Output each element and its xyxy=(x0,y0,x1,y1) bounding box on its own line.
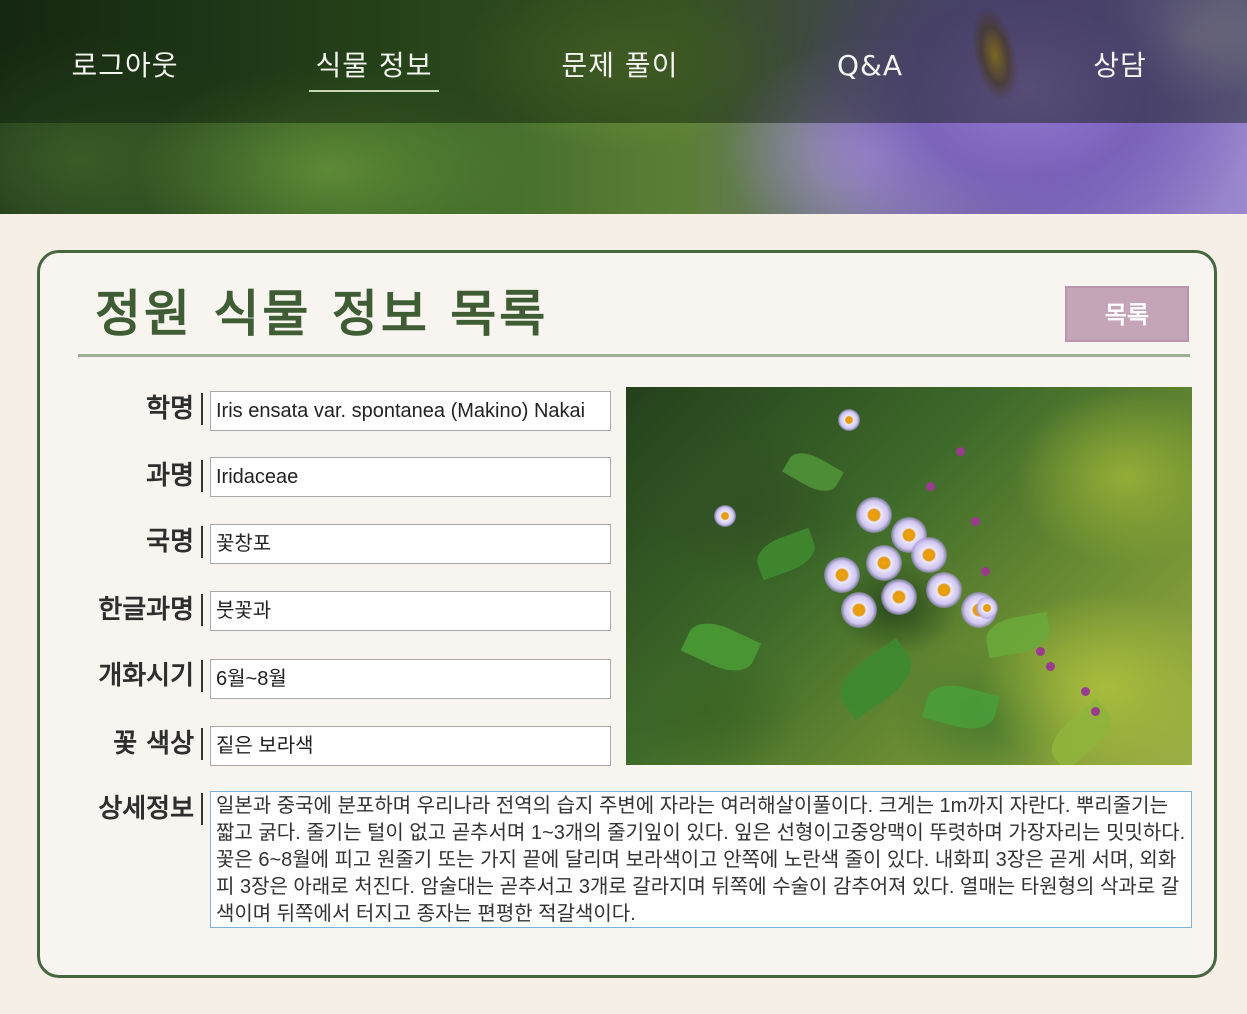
nav-logout[interactable]: 로그아웃 xyxy=(55,44,195,90)
flower-shape xyxy=(976,597,998,619)
label-separator xyxy=(201,393,203,425)
berry-shape xyxy=(981,567,990,576)
scientific-name-label: 학명 xyxy=(146,394,194,424)
label-separator xyxy=(201,526,203,558)
flower-shape xyxy=(824,557,860,593)
leaf-shape xyxy=(830,638,922,720)
title-divider xyxy=(78,354,1190,357)
plant-photo xyxy=(626,387,1192,765)
flower-shape xyxy=(926,572,962,608)
nav-quiz[interactable]: 문제 풀이 xyxy=(545,44,695,90)
flower-color-field[interactable]: 짙은 보라색 xyxy=(210,726,611,766)
leaf-shape xyxy=(680,614,762,680)
korean-name-label: 국명 xyxy=(146,527,194,557)
label-separator xyxy=(201,460,203,492)
label-separator xyxy=(201,660,203,692)
flower-shape xyxy=(866,545,902,581)
detail-textarea[interactable]: 일본과 중국에 분포하며 우리나라 전역의 습지 주변에 자라는 여러해살이풀이… xyxy=(210,791,1192,928)
nav-consult[interactable]: 상담 xyxy=(1075,44,1165,90)
leaf-shape xyxy=(782,445,844,499)
flower-shape xyxy=(856,497,892,533)
nav-bar: 로그아웃 식물 정보 문제 풀이 Q&A 상담 xyxy=(0,0,1247,123)
berry-shape xyxy=(1036,647,1045,656)
flower-shape xyxy=(714,505,736,527)
family-label: 과명 xyxy=(146,461,194,491)
list-button[interactable]: 목록 xyxy=(1065,286,1189,342)
nav-qa[interactable]: Q&A xyxy=(820,44,920,90)
berry-shape xyxy=(1046,662,1055,671)
berry-shape xyxy=(926,482,935,491)
korean-family-field[interactable]: 붓꽃과 xyxy=(210,591,611,631)
flower-shape xyxy=(841,592,877,628)
page-title: 정원 식물 정보 목록 xyxy=(95,285,549,343)
korean-name-field[interactable]: 꽃창포 xyxy=(210,524,611,564)
header-banner: 로그아웃 식물 정보 문제 풀이 Q&A 상담 xyxy=(0,0,1247,214)
bloom-period-field[interactable]: 6월~8월 xyxy=(210,659,611,699)
leaf-shape xyxy=(751,527,821,581)
leaf-shape xyxy=(1042,698,1120,765)
flower-color-label: 꽃 색상 xyxy=(113,729,194,759)
berry-shape xyxy=(971,517,980,526)
flower-shape xyxy=(881,579,917,615)
label-separator xyxy=(201,728,203,760)
family-field[interactable]: Iridaceae xyxy=(210,457,611,497)
leaf-shape xyxy=(922,678,1000,736)
scientific-name-field[interactable]: Iris ensata var. spontanea (Makino) Naka… xyxy=(210,391,611,431)
label-separator xyxy=(201,594,203,626)
detail-label: 상세정보 xyxy=(98,794,194,824)
berry-shape xyxy=(1081,687,1090,696)
nav-plant-info[interactable]: 식물 정보 xyxy=(309,44,439,92)
berry-shape xyxy=(956,447,965,456)
bloom-period-label: 개화시기 xyxy=(98,661,194,691)
plant-info-card: 정원 식물 정보 목록 목록 학명 Iris ensata var. spont… xyxy=(37,250,1217,978)
korean-family-label: 한글과명 xyxy=(98,595,194,625)
label-separator xyxy=(201,793,203,825)
flower-shape xyxy=(838,409,860,431)
berry-shape xyxy=(1091,707,1100,716)
flower-shape xyxy=(911,537,947,573)
